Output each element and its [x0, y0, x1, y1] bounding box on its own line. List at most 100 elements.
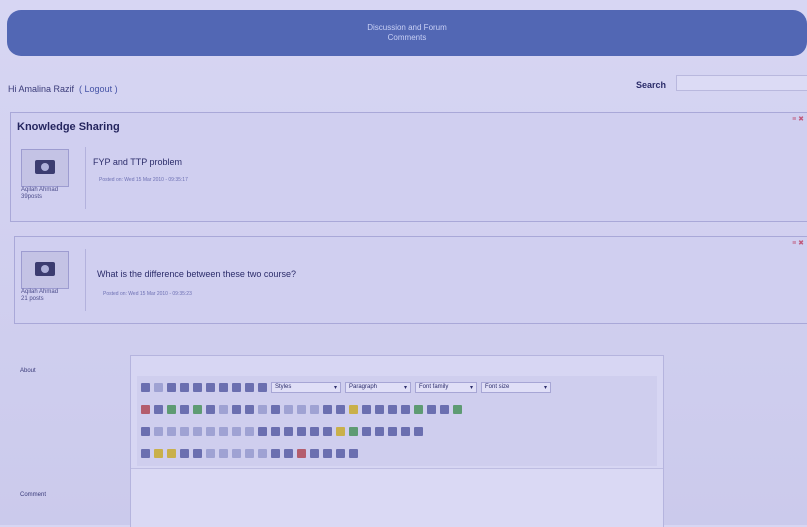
split-cells-icon[interactable]	[232, 426, 241, 436]
paste-text-icon[interactable]	[180, 404, 189, 414]
camera-icon	[35, 262, 55, 276]
insert-date-icon[interactable]	[414, 404, 423, 414]
print-icon[interactable]	[375, 426, 384, 436]
insert-col-icon[interactable]	[206, 426, 215, 436]
ltr-icon[interactable]	[388, 426, 397, 436]
fullscreen-icon[interactable]	[414, 426, 423, 436]
styles-props-icon[interactable]	[193, 448, 202, 458]
merge-cells-icon[interactable]	[245, 426, 254, 436]
about-label: About	[20, 368, 36, 374]
post-author: Aqilah Ahmad 21 posts	[21, 289, 81, 303]
font-color-icon[interactable]	[336, 448, 345, 458]
table-icon[interactable]	[141, 426, 150, 436]
code-icon[interactable]	[401, 404, 410, 414]
subscript-icon[interactable]	[297, 426, 306, 436]
editor-content-area[interactable]	[131, 468, 663, 527]
horizontal-rule-icon[interactable]	[258, 426, 267, 436]
remove-format-icon[interactable]	[271, 426, 280, 436]
pagebreak-icon[interactable]	[323, 448, 332, 458]
copy-icon[interactable]	[154, 404, 163, 414]
post-title-link[interactable]: FYP and TTP problem	[93, 157, 182, 167]
rich-text-editor[interactable]: Styles ▾ Paragraph ▾ Font family ▾ Font siz…	[130, 355, 664, 527]
strikethrough-icon[interactable]	[206, 382, 215, 392]
font-size-select[interactable]: Font size ▾	[481, 381, 551, 393]
bullet-list-icon[interactable]	[232, 404, 241, 414]
justify-icon[interactable]	[258, 382, 267, 392]
panel-controls[interactable]: ≡ ✖	[792, 115, 804, 123]
background-color-icon[interactable]	[349, 448, 358, 458]
align-left-icon[interactable]	[219, 382, 228, 392]
post-title-link[interactable]: What is the difference between these two…	[97, 269, 296, 279]
new-document-icon[interactable]	[154, 382, 163, 392]
toolbar-row	[141, 444, 655, 462]
numbered-list-icon[interactable]	[245, 404, 254, 414]
emoticon-icon[interactable]	[336, 426, 345, 436]
delete-col-icon[interactable]	[219, 426, 228, 436]
underline-icon[interactable]	[193, 382, 202, 392]
align-right-icon[interactable]	[245, 382, 254, 392]
nonbreaking-icon[interactable]	[297, 448, 306, 458]
search-input[interactable]	[676, 75, 807, 91]
banner-title: Discussion and Forum	[367, 23, 447, 32]
font-family-select[interactable]: Font family ▾	[415, 381, 477, 393]
anchor-icon[interactable]	[349, 404, 358, 414]
knowledge-sharing-panel: Knowledge Sharing ≡ ✖ Aqilah Ahmad 39pos…	[10, 112, 807, 222]
cut-icon[interactable]	[141, 404, 150, 414]
user-greeting: Hi Amalina Razif ( Logout )	[8, 84, 118, 94]
logout-link[interactable]: ( Logout )	[79, 84, 118, 94]
attribs-icon[interactable]	[271, 448, 280, 458]
del-icon[interactable]	[245, 448, 254, 458]
divider	[85, 249, 86, 311]
bold-icon[interactable]	[167, 382, 176, 392]
zoom-icon[interactable]	[453, 404, 462, 414]
acronym-icon[interactable]	[232, 448, 241, 458]
visual-chars-icon[interactable]	[284, 448, 293, 458]
media-icon[interactable]	[349, 426, 358, 436]
row-props-icon[interactable]	[154, 426, 163, 436]
image-icon[interactable]	[362, 404, 371, 414]
paste-icon[interactable]	[167, 404, 176, 414]
insert-row-icon[interactable]	[180, 426, 189, 436]
indent-icon[interactable]	[271, 404, 280, 414]
save-icon[interactable]	[141, 382, 150, 392]
help-icon[interactable]	[388, 404, 397, 414]
toolbar-row: Styles ▾ Paragraph ▾ Font family ▾ Font siz…	[141, 378, 655, 396]
insert-time-icon[interactable]	[427, 404, 436, 414]
align-center-icon[interactable]	[232, 382, 241, 392]
visual-aid-icon[interactable]	[284, 426, 293, 436]
author-name: Aqilah Ahmad	[21, 289, 59, 295]
italic-icon[interactable]	[180, 382, 189, 392]
move-forward-icon[interactable]	[154, 448, 163, 458]
absolute-icon[interactable]	[180, 448, 189, 458]
unlink-icon[interactable]	[336, 404, 345, 414]
preview-icon[interactable]	[440, 404, 449, 414]
cell-props-icon[interactable]	[167, 426, 176, 436]
camera-icon	[35, 160, 55, 174]
link-icon[interactable]	[323, 404, 332, 414]
find-icon[interactable]	[206, 404, 215, 414]
move-backward-icon[interactable]	[167, 448, 176, 458]
advanced-hr-icon[interactable]	[362, 426, 371, 436]
char-map-icon[interactable]	[323, 426, 332, 436]
editor-toolbar: Styles ▾ Paragraph ▾ Font family ▾ Font siz…	[137, 376, 657, 466]
styles-select[interactable]: Styles ▾	[271, 381, 341, 393]
blockquote-icon[interactable]	[284, 404, 293, 414]
insert-layer-icon[interactable]	[141, 448, 150, 458]
ins-icon[interactable]	[258, 448, 267, 458]
rtl-icon[interactable]	[401, 426, 410, 436]
avatar	[21, 251, 69, 289]
superscript-icon[interactable]	[310, 426, 319, 436]
abbr-icon[interactable]	[219, 448, 228, 458]
template-icon[interactable]	[310, 448, 319, 458]
redo-icon[interactable]	[310, 404, 319, 414]
undo-icon[interactable]	[297, 404, 306, 414]
avatar	[21, 149, 69, 187]
paste-word-icon[interactable]	[193, 404, 202, 414]
format-select[interactable]: Paragraph ▾	[345, 381, 411, 393]
delete-row-icon[interactable]	[193, 426, 202, 436]
post-meta: Posted on: Wed 15 Mar 2010 - 09:35:23	[103, 291, 192, 297]
replace-icon[interactable]	[219, 404, 228, 414]
cite-icon[interactable]	[206, 448, 215, 458]
outdent-icon[interactable]	[258, 404, 267, 414]
cleanup-icon[interactable]	[375, 404, 384, 414]
